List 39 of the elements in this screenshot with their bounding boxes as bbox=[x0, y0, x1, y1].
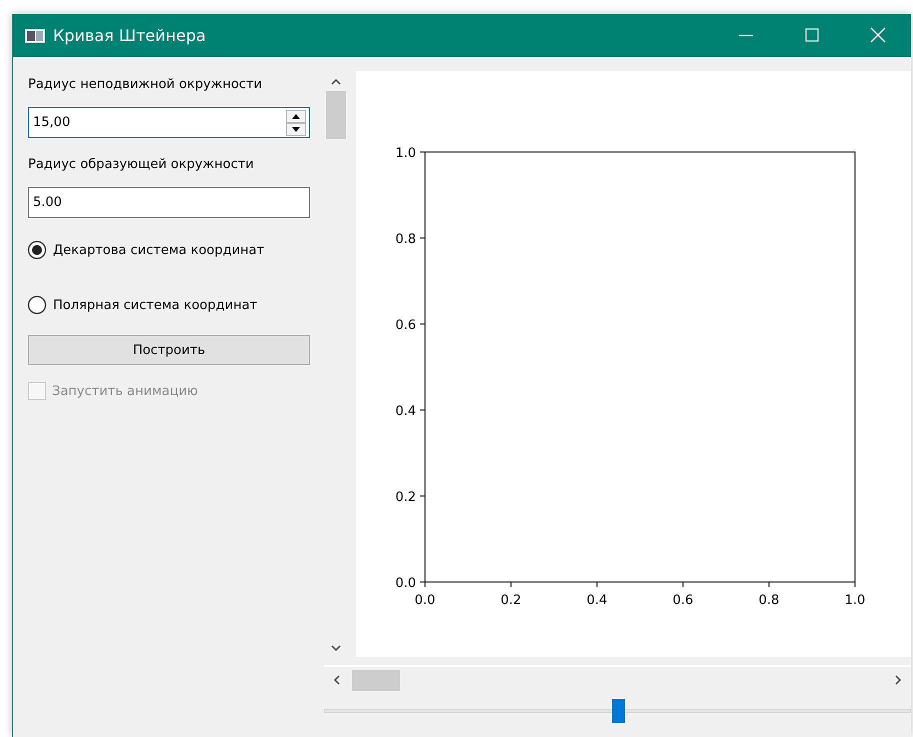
y-tick-label: 0.0 bbox=[395, 576, 416, 591]
tick-mark bbox=[510, 582, 512, 588]
scroll-up-icon[interactable] bbox=[330, 77, 342, 87]
x-tick-label: 0.4 bbox=[586, 593, 608, 608]
radio-label[interactable]: Декартова система координат bbox=[53, 242, 264, 258]
y-tick-label: 0.2 bbox=[395, 490, 416, 505]
spin-arrows-icon[interactable] bbox=[286, 110, 306, 136]
build-button[interactable]: Построить bbox=[28, 335, 310, 365]
scrollbar-thumb[interactable] bbox=[352, 670, 400, 690]
window-icon bbox=[25, 28, 45, 42]
scroll-left-icon[interactable] bbox=[332, 674, 342, 686]
field-label: Радиус неподвижной окружности bbox=[28, 77, 264, 94]
radio-label[interactable]: Полярная система координат bbox=[53, 298, 258, 312]
scroll-right-icon[interactable] bbox=[893, 674, 903, 686]
field-label: Радиус образующей окружности bbox=[28, 157, 255, 174]
x-tick-label: 1.0 bbox=[844, 593, 866, 608]
y-tick-label: 0.6 bbox=[395, 318, 416, 333]
radio-button[interactable] bbox=[27, 295, 47, 315]
x-tick-label: 0.8 bbox=[758, 593, 780, 608]
tick-mark bbox=[682, 582, 684, 588]
tick-mark bbox=[768, 582, 770, 588]
field-value: 15,00 bbox=[33, 115, 72, 130]
y-tick-label: 0.4 bbox=[395, 404, 416, 419]
scrollbar-thumb[interactable] bbox=[326, 91, 346, 139]
x-tick-label: 0.2 bbox=[500, 593, 522, 608]
radio-button[interactable] bbox=[27, 240, 47, 260]
y-tick-label: 1.0 bbox=[395, 146, 416, 161]
input-field[interactable]: 5.00 bbox=[28, 187, 310, 218]
horizontal-scrollbar[interactable] bbox=[324, 665, 911, 693]
window-title: Кривая Штейнера bbox=[53, 26, 206, 45]
tick-mark bbox=[596, 582, 598, 588]
x-tick-label: 0.0 bbox=[414, 593, 436, 608]
x-tick-label: 0.6 bbox=[672, 593, 694, 608]
scroll-down-icon[interactable] bbox=[330, 643, 342, 653]
y-tick-label: 0.8 bbox=[395, 232, 416, 247]
slider-thumb[interactable] bbox=[612, 699, 624, 723]
number-spin-box[interactable]: 15,00 bbox=[28, 107, 310, 138]
tick-mark bbox=[854, 582, 856, 588]
slider[interactable] bbox=[324, 699, 911, 723]
